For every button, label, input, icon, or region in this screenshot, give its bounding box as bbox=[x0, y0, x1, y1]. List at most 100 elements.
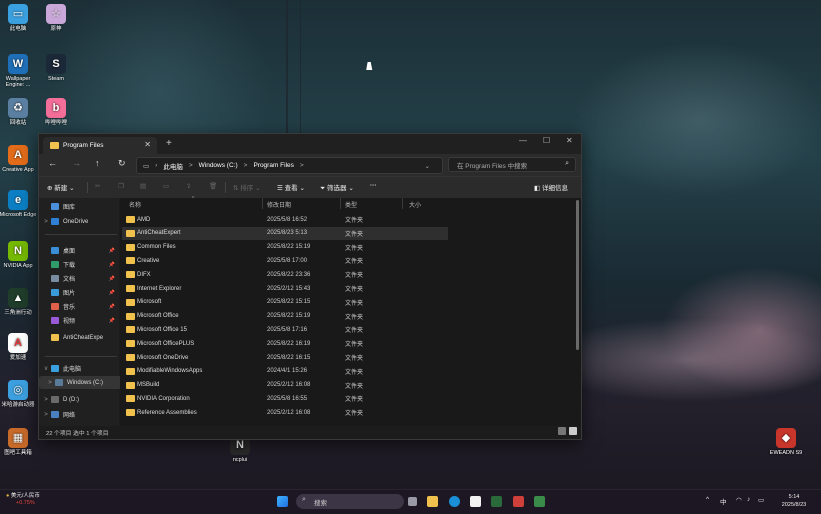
more-options-button[interactable]: ··· bbox=[370, 182, 377, 189]
pin-icon[interactable]: 📌 bbox=[109, 262, 115, 268]
table-row[interactable]: Creative 2025/5/8 17:00 文件夹 bbox=[122, 254, 448, 267]
nav-item[interactable]: 视频 📌 bbox=[39, 314, 119, 327]
delta-force-taskbar-icon[interactable] bbox=[491, 496, 502, 507]
table-row[interactable]: Microsoft Office 15 2025/5/8 17:16 文件夹 bbox=[122, 323, 448, 336]
cut-icon[interactable]: ✂ bbox=[95, 182, 100, 190]
edge-taskbar-icon[interactable] bbox=[449, 496, 460, 507]
table-row[interactable]: Reference Assemblies 2025/2/12 16:08 文件夹 bbox=[122, 406, 448, 419]
refresh-icon[interactable]: ↻ bbox=[118, 158, 126, 169]
column-header-name[interactable]: 名称 bbox=[129, 200, 141, 209]
desktop-icon[interactable]: b 哔哩哔哩 bbox=[36, 98, 76, 126]
app-taskbar-icon[interactable] bbox=[513, 496, 524, 507]
store-taskbar-icon[interactable] bbox=[470, 496, 481, 507]
address-bar[interactable]: ▭ › 此电脑 > Windows (C:) > Program Files >… bbox=[136, 157, 443, 174]
pin-icon[interactable]: 📌 bbox=[109, 304, 115, 310]
maximize-icon[interactable]: ☐ bbox=[543, 136, 550, 145]
nav-chevron-icon[interactable]: > bbox=[45, 380, 55, 386]
nav-item[interactable]: 文档 📌 bbox=[39, 272, 119, 285]
pin-icon[interactable]: 📌 bbox=[109, 290, 115, 296]
nav-item[interactable]: > OneDrive bbox=[39, 215, 119, 228]
pin-icon[interactable]: 📌 bbox=[109, 248, 115, 254]
desktop-icon[interactable]: ☆ 原神 bbox=[36, 4, 76, 32]
nav-item[interactable]: > 网络 bbox=[39, 408, 119, 421]
table-row[interactable]: ModifiableWindowsApps 2024/4/1 15:26 文件夹 bbox=[122, 365, 448, 378]
paste-icon[interactable]: ▤ bbox=[140, 182, 146, 190]
column-separator[interactable] bbox=[402, 198, 403, 209]
pin-icon[interactable]: 📌 bbox=[109, 276, 115, 282]
column-header-date[interactable]: 修改日期 bbox=[267, 200, 291, 209]
breadcrumb-separator[interactable]: > bbox=[244, 162, 248, 169]
desktop-icon[interactable]: ▭ 此电脑 bbox=[0, 4, 38, 32]
nav-item[interactable]: 图片 📌 bbox=[39, 286, 119, 299]
table-row[interactable]: Microsoft OfficePLUS 2025/8/22 16:19 文件夹 bbox=[122, 337, 448, 350]
desktop-icon[interactable]: N NVIDIA App bbox=[0, 241, 38, 269]
table-row[interactable]: MSBuild 2025/2/12 16:08 文件夹 bbox=[122, 379, 448, 392]
new-tab-button[interactable]: + bbox=[166, 138, 172, 149]
task-view-icon[interactable] bbox=[408, 497, 417, 506]
back-icon[interactable]: ← bbox=[48, 158, 57, 168]
table-row[interactable]: Microsoft 2025/8/22 15:15 文件夹 bbox=[122, 296, 448, 309]
chevron-down-icon[interactable]: ⌄ bbox=[425, 162, 430, 170]
volume-icon[interactable]: ♪ bbox=[747, 496, 750, 503]
new-button[interactable]: ⊕ 新建 ⌄ bbox=[47, 182, 75, 192]
column-header-type[interactable]: 类型 bbox=[345, 200, 357, 209]
nav-chevron-icon[interactable]: > bbox=[41, 397, 51, 403]
table-row[interactable]: NVIDIA Corporation 2025/5/8 16:55 文件夹 bbox=[122, 392, 448, 405]
desktop-icon[interactable]: ▲ 三角洲行动 bbox=[0, 288, 38, 316]
table-row[interactable]: Microsoft Office 2025/8/22 15:19 文件夹 bbox=[122, 310, 448, 323]
table-row[interactable]: AntiCheatExpert 2025/8/23 5:13 文件夹 bbox=[122, 226, 448, 240]
nav-item[interactable]: 音乐 📌 bbox=[39, 300, 119, 313]
nav-item[interactable]: 下载 📌 bbox=[39, 258, 119, 271]
vertical-scrollbar[interactable] bbox=[576, 200, 579, 350]
nav-item[interactable]: > D (D:) bbox=[39, 393, 119, 406]
table-row[interactable]: Internet Explorer 2025/2/12 15:43 文件夹 bbox=[122, 282, 448, 295]
input-language[interactable]: 中 bbox=[720, 496, 727, 506]
tiles-view-icon[interactable] bbox=[569, 427, 577, 435]
desktop-icon[interactable]: ▦ 图吧工具箱 bbox=[0, 428, 38, 456]
delta-force-launcher-icon[interactable] bbox=[534, 496, 545, 507]
breadcrumb-program-files[interactable]: Program Files bbox=[253, 162, 293, 169]
desktop-icon[interactable]: ◆ EWEADN S9 bbox=[766, 428, 806, 456]
copy-icon[interactable]: ❐ bbox=[118, 182, 124, 190]
share-icon[interactable]: ⇪ bbox=[186, 182, 191, 190]
nav-chevron-icon[interactable]: > bbox=[41, 219, 51, 225]
forward-icon[interactable]: → bbox=[72, 158, 81, 168]
delete-icon[interactable]: 🗑 bbox=[209, 182, 217, 190]
filter-button[interactable]: ⏷ 筛选器 ⌄ bbox=[320, 182, 354, 193]
sort-button[interactable]: ⇅ 排序 ⌄ bbox=[233, 182, 261, 192]
nav-item[interactable]: AntiCheatExpe bbox=[39, 331, 119, 344]
file-explorer-taskbar-icon[interactable] bbox=[427, 496, 438, 507]
battery-icon[interactable]: ▭ bbox=[758, 496, 764, 504]
show-hidden-icons[interactable]: ^ bbox=[706, 496, 709, 503]
nav-chevron-icon[interactable]: > bbox=[41, 412, 51, 418]
view-button[interactable]: ☰ 查看 ⌄ bbox=[277, 182, 305, 192]
desktop-icon[interactable]: A 爱加速 bbox=[0, 333, 38, 361]
nav-item[interactable]: v 此电脑 bbox=[39, 362, 119, 375]
desktop-icon[interactable]: ♻ 回收站 bbox=[0, 98, 38, 126]
rename-icon[interactable]: ▭ bbox=[163, 182, 169, 190]
desktop-icon[interactable]: A Creative App bbox=[0, 145, 38, 173]
breadcrumb-windows-c[interactable]: Windows (C:) bbox=[199, 162, 238, 169]
minimize-icon[interactable]: — bbox=[519, 136, 527, 145]
nav-chevron-icon[interactable]: v bbox=[41, 366, 51, 372]
tab-program-files[interactable]: Program Files ✕ bbox=[43, 137, 157, 154]
up-icon[interactable]: ↑ bbox=[95, 158, 100, 168]
details-pane-button[interactable]: ◧ 详细信息 bbox=[534, 182, 568, 192]
close-tab-icon[interactable]: ✕ bbox=[144, 140, 151, 149]
taskbar-search[interactable]: ⌕ 搜索 bbox=[296, 494, 404, 509]
desktop-icon[interactable]: W Wallpaper Engine: ... bbox=[0, 54, 38, 88]
column-separator[interactable] bbox=[340, 198, 341, 209]
table-row[interactable]: Microsoft OneDrive 2025/8/22 16:15 文件夹 bbox=[122, 351, 448, 364]
desktop-icon[interactable]: e Microsoft Edge bbox=[0, 190, 38, 218]
table-row[interactable]: Common Files 2025/8/22 15:19 文件夹 bbox=[122, 241, 448, 254]
desktop-icon[interactable]: ◎ 米哈游启动器 bbox=[0, 380, 38, 408]
column-header-size[interactable]: 大小 bbox=[409, 200, 421, 209]
table-row[interactable]: AMD 2025/5/8 16:52 文件夹 bbox=[122, 213, 448, 226]
breadcrumb-this-pc[interactable]: 此电脑 bbox=[163, 161, 183, 171]
nav-item[interactable]: > Windows (C:) bbox=[39, 376, 123, 389]
search-input[interactable]: 在 Program Files 中搜索 ⌕ bbox=[448, 157, 576, 172]
breadcrumb-separator[interactable]: > bbox=[189, 162, 193, 169]
market-widget[interactable]: ● 美元/人民币 +0.75% bbox=[6, 493, 40, 507]
nav-item[interactable]: 桌面 📌 bbox=[39, 244, 119, 257]
table-row[interactable]: DIFX 2025/8/22 23:36 文件夹 bbox=[122, 268, 448, 281]
